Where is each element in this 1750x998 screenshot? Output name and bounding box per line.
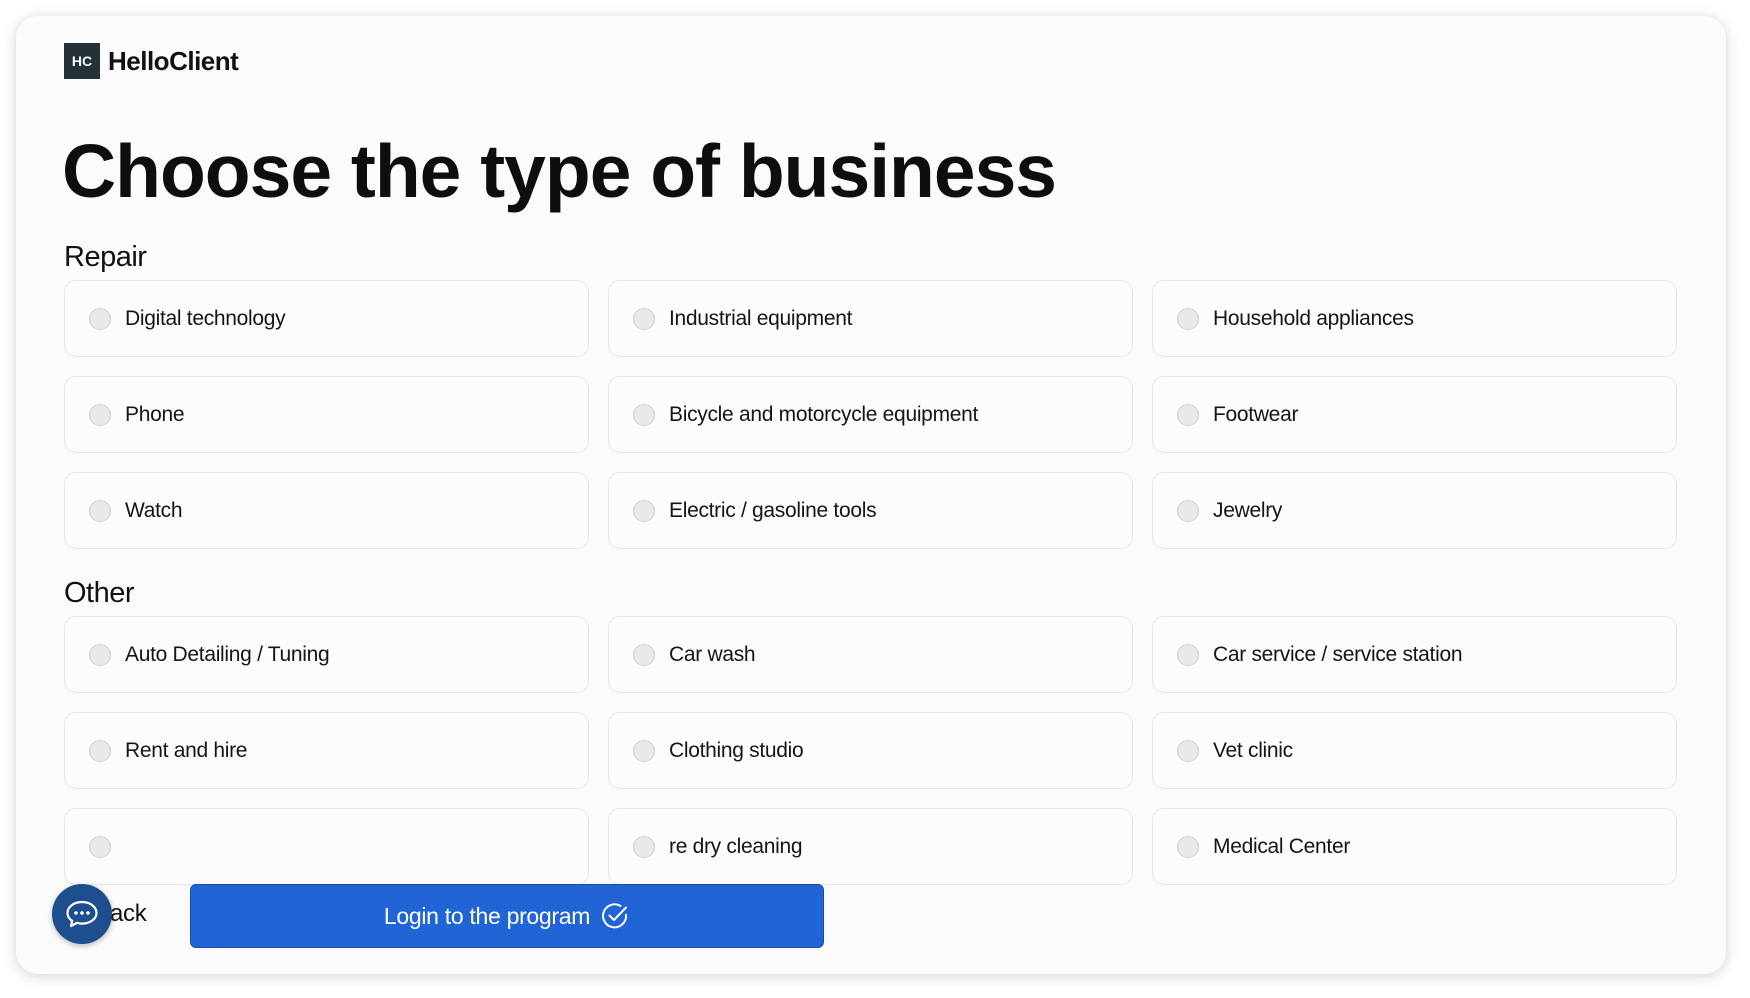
option-digital-technology[interactable]: Digital technology xyxy=(64,280,589,357)
option-bicycle-and-motorcycle-equipment[interactable]: Bicycle and motorcycle equipment xyxy=(608,376,1133,453)
chat-bubble-icon[interactable] xyxy=(52,884,112,944)
logo-mark: HC xyxy=(64,43,100,79)
option-re-dry-cleaning[interactable]: re dry cleaning xyxy=(608,808,1133,885)
option-label: Medical Center xyxy=(1213,834,1351,858)
option-household-appliances[interactable]: Household appliances xyxy=(1152,280,1677,357)
radio-button[interactable] xyxy=(1177,739,1199,762)
option-label: Digital technology xyxy=(125,306,286,330)
radio-button[interactable] xyxy=(633,643,655,666)
page-title: Choose the type of business xyxy=(62,129,1057,213)
option-label: Jewelry xyxy=(1213,498,1283,522)
option-label: Watch xyxy=(125,498,183,522)
radio-button[interactable] xyxy=(89,739,111,762)
radio-button[interactable] xyxy=(1177,403,1199,426)
radio-button[interactable] xyxy=(89,499,111,522)
radio-button[interactable] xyxy=(633,403,655,426)
back-button[interactable]: ack xyxy=(52,884,162,944)
option-label: Auto Detailing / Tuning xyxy=(125,642,330,666)
radio-button[interactable] xyxy=(89,403,111,426)
option-label: Electric / gasoline tools xyxy=(669,498,877,522)
brand-logo[interactable]: HC HelloClient xyxy=(64,43,239,79)
section-title-other: Other xyxy=(64,577,135,609)
radio-button[interactable] xyxy=(633,835,655,858)
option-medical-center[interactable]: Medical Center xyxy=(1152,808,1677,885)
option-watch[interactable]: Watch xyxy=(64,472,589,549)
option-item-1-6[interactable] xyxy=(64,808,589,885)
app-window: HC HelloClient Choose the type of busine… xyxy=(16,16,1726,974)
radio-button[interactable] xyxy=(1177,643,1199,666)
option-auto-detailing-tuning[interactable]: Auto Detailing / Tuning xyxy=(64,616,589,693)
radio-button[interactable] xyxy=(1177,835,1199,858)
option-jewelry[interactable]: Jewelry xyxy=(1152,472,1677,549)
option-phone[interactable]: Phone xyxy=(64,376,589,453)
option-label: Clothing studio xyxy=(669,738,804,762)
option-car-service-service-station[interactable]: Car service / service station xyxy=(1152,616,1677,693)
option-label: Industrial equipment xyxy=(669,306,853,330)
option-car-wash[interactable]: Car wash xyxy=(608,616,1133,693)
section-title-repair: Repair xyxy=(64,241,147,273)
option-label: Rent and hire xyxy=(125,738,248,762)
option-label: Bicycle and motorcycle equipment xyxy=(669,402,979,426)
radio-button[interactable] xyxy=(1177,307,1199,330)
back-label: ack xyxy=(110,900,147,927)
radio-button[interactable] xyxy=(633,499,655,522)
check-circle-icon xyxy=(600,901,630,931)
option-label: re dry cleaning xyxy=(669,834,803,858)
radio-button[interactable] xyxy=(1177,499,1199,522)
radio-button[interactable] xyxy=(89,643,111,666)
option-label: Vet clinic xyxy=(1213,738,1293,762)
option-label: Car wash xyxy=(669,642,756,666)
radio-button[interactable] xyxy=(633,739,655,762)
option-vet-clinic[interactable]: Vet clinic xyxy=(1152,712,1677,789)
option-rent-and-hire[interactable]: Rent and hire xyxy=(64,712,589,789)
option-industrial-equipment[interactable]: Industrial equipment xyxy=(608,280,1133,357)
radio-button[interactable] xyxy=(633,307,655,330)
option-footwear[interactable]: Footwear xyxy=(1152,376,1677,453)
option-label: Household appliances xyxy=(1213,306,1414,330)
radio-button[interactable] xyxy=(89,835,111,858)
option-electric-gasoline-tools[interactable]: Electric / gasoline tools xyxy=(608,472,1133,549)
repair-options-grid: Digital technology Industrial equipment Ho… xyxy=(64,280,1678,549)
radio-button[interactable] xyxy=(89,307,111,330)
option-clothing-studio[interactable]: Clothing studio xyxy=(608,712,1133,789)
option-label: Car service / service station xyxy=(1213,642,1463,666)
login-label: Login to the program xyxy=(383,902,591,929)
option-label: Footwear xyxy=(1213,402,1299,426)
option-label: Phone xyxy=(125,402,185,426)
brand-name: HelloClient xyxy=(108,45,239,76)
login-button[interactable]: Login to the program xyxy=(190,884,824,948)
other-options-grid: Auto Detailing / Tuning Car wash Car servi… xyxy=(64,616,1678,885)
